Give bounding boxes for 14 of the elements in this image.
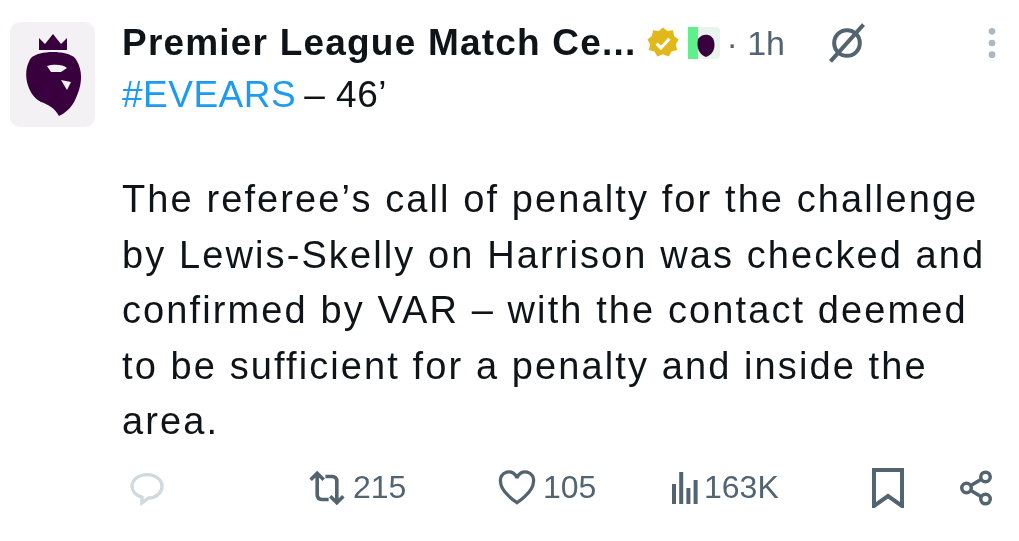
- avatar[interactable]: [10, 22, 95, 127]
- repost-button[interactable]: 215: [307, 469, 407, 506]
- views-button[interactable]: 163K: [672, 469, 779, 506]
- repost-icon: [307, 469, 347, 506]
- affiliate-badge-icon: [688, 27, 721, 59]
- like-button[interactable]: 105: [497, 469, 597, 506]
- post-time: · 1h: [726, 23, 786, 63]
- post-heading-text: – 46’: [304, 74, 387, 116]
- share-button[interactable]: [957, 468, 995, 507]
- views-icon: [672, 471, 698, 504]
- post-body-text: The referee’s call of penalty for the challenge by Lewis-Skelly on Harrison was checked and confirmed by VAR – with the contact deemed to be sufficient for a penalty and inside the area.: [122, 177, 987, 444]
- author-name[interactable]: Premier League Match Ce...: [122, 22, 637, 64]
- heart-icon: [497, 469, 537, 506]
- bookmark-button[interactable]: [872, 467, 904, 508]
